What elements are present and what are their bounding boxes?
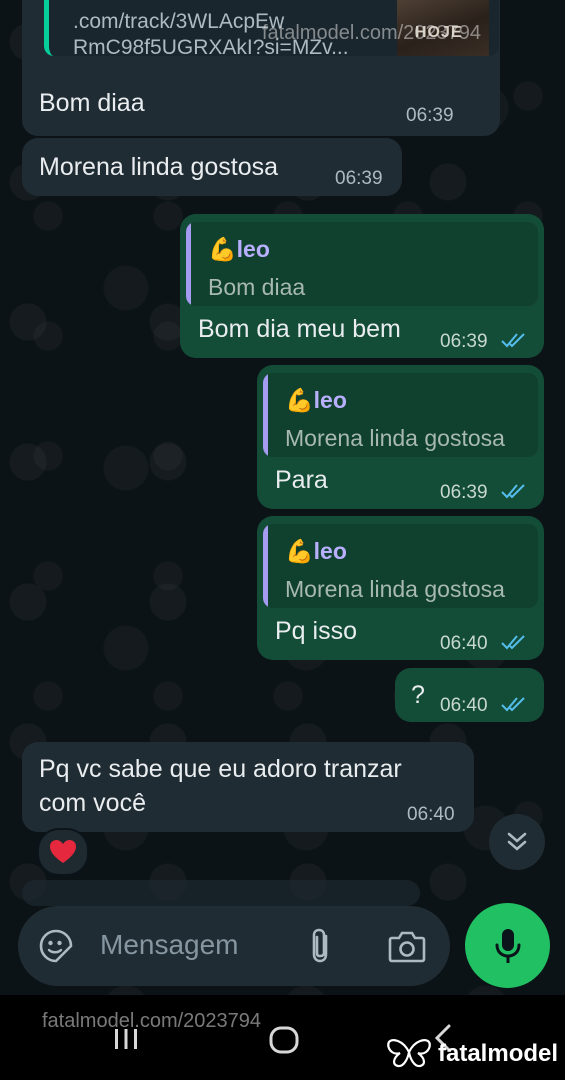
quote-text: Morena linda gostosa xyxy=(285,576,505,602)
message-text: Para xyxy=(275,466,328,494)
incoming-message[interactable]: Morena linda gostosa 06:39 xyxy=(22,138,402,196)
message-text: Bom dia meu bem xyxy=(198,315,401,343)
quote-bar xyxy=(186,222,191,306)
sticker-icon[interactable] xyxy=(38,928,74,964)
brand-watermark: fatalmodel xyxy=(438,1040,559,1067)
message-text: Morena linda gostosa xyxy=(39,153,279,181)
quote-bar xyxy=(263,373,268,457)
quoted-message[interactable]: 💪leo Bom diaa xyxy=(186,222,538,306)
quoted-message[interactable]: 💪leo Morena linda gostosa xyxy=(263,373,538,457)
link-preview-line1: .com/track/3WLAcpEw xyxy=(73,10,285,33)
heart-icon xyxy=(50,840,76,863)
fatalmodel-logo-icon xyxy=(387,1039,431,1068)
quote-author: 💪leo xyxy=(285,387,347,413)
flexed-biceps-emoji: 💪 xyxy=(208,236,237,262)
message-text: Bom diaa xyxy=(39,89,145,117)
quote-text: Morena linda gostosa xyxy=(285,425,505,451)
home-icon[interactable] xyxy=(268,1025,300,1055)
quote-author: 💪leo xyxy=(285,538,347,564)
read-ticks-icon xyxy=(501,484,525,499)
mic-icon xyxy=(495,928,520,963)
message-time: 06:39 xyxy=(440,331,488,352)
incoming-message[interactable]: Pq vc sabe que eu adoro tranzar com você… xyxy=(22,742,474,832)
message-text: Pq isso xyxy=(275,617,357,645)
partial-message xyxy=(22,880,420,906)
flexed-biceps-emoji: 💪 xyxy=(285,538,314,564)
message-text-line1: Pq vc sabe que eu adoro tranzar xyxy=(39,755,402,783)
heart-reaction[interactable] xyxy=(37,828,89,876)
flexed-biceps-emoji: 💪 xyxy=(285,387,314,413)
quote-author: 💪leo xyxy=(208,236,270,262)
quote-text: Bom diaa xyxy=(208,274,306,300)
camera-icon[interactable] xyxy=(388,928,426,964)
outgoing-reply-message[interactable]: 💪leo Morena linda gostosa Para 06:39 xyxy=(257,365,544,509)
outgoing-reply-message[interactable]: 💪leo Bom diaa Bom dia meu bem 06:39 xyxy=(180,214,544,358)
quote-bar xyxy=(263,524,268,608)
message-time: 06:40 xyxy=(440,695,488,716)
message-input[interactable]: Mensagem xyxy=(18,906,450,986)
read-ticks-icon xyxy=(501,333,525,348)
scroll-to-bottom-button[interactable] xyxy=(489,814,545,870)
watermark-bottom: fatalmodel.com/2023794 xyxy=(42,1010,262,1032)
message-text-line2: com você xyxy=(39,789,146,817)
double-chevron-down-icon xyxy=(507,832,527,851)
attach-icon[interactable] xyxy=(306,926,336,966)
quoted-message[interactable]: 💪leo Morena linda gostosa xyxy=(263,524,538,608)
watermark-top: fatalmodel.com/2023794 xyxy=(262,22,482,44)
outgoing-reply-message[interactable]: 💪leo Morena linda gostosa Pq isso 06:40 xyxy=(257,516,544,660)
read-ticks-icon xyxy=(501,635,525,650)
message-time: 06:40 xyxy=(407,804,455,825)
read-ticks-icon xyxy=(501,697,525,712)
message-input-placeholder[interactable]: Mensagem xyxy=(100,929,239,961)
mic-button[interactable] xyxy=(465,903,550,988)
message-time: 06:40 xyxy=(440,633,488,654)
incoming-link-message[interactable]: .com/track/3WLAcpEw RmC98f5UGRXAkI?si=MZ… xyxy=(22,0,500,136)
outgoing-message[interactable]: ? 06:40 xyxy=(395,668,544,722)
message-time: 06:39 xyxy=(440,482,488,503)
message-time: 06:39 xyxy=(406,105,454,126)
message-text: ? xyxy=(411,681,425,709)
message-time: 06:39 xyxy=(335,168,383,189)
